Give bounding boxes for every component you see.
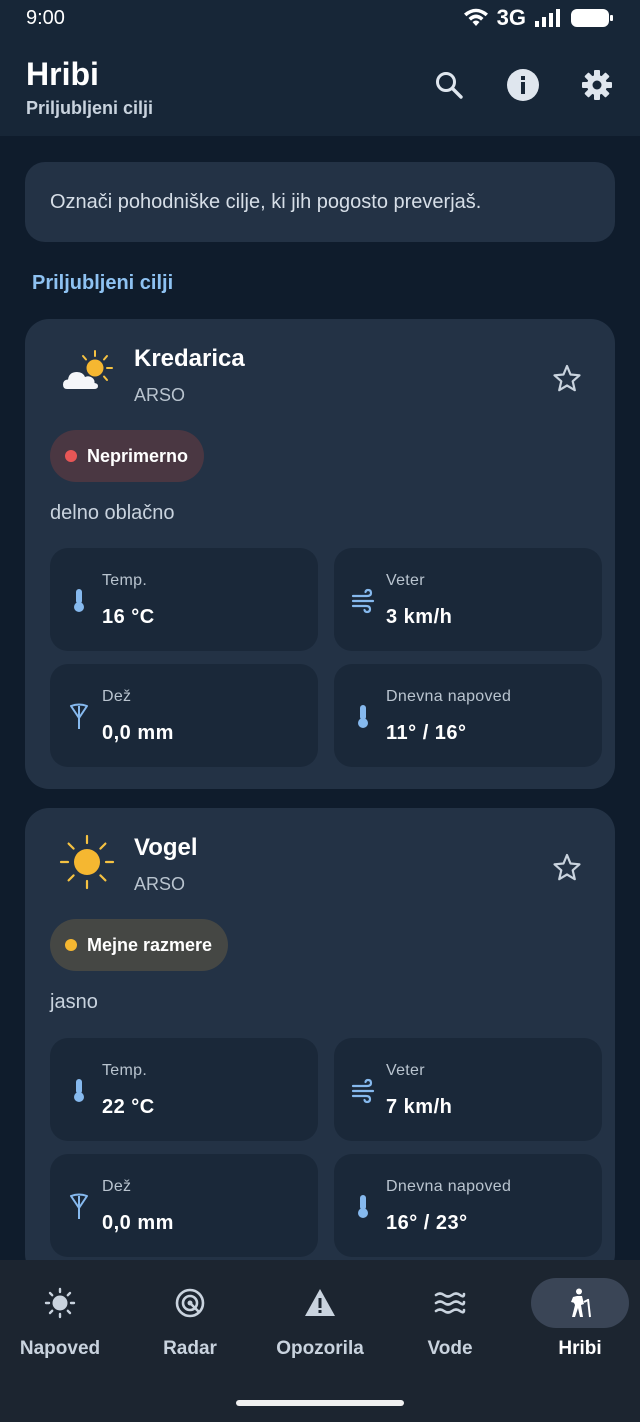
info-button[interactable]	[506, 68, 540, 102]
thermometer-icon	[358, 1195, 368, 1218]
warning-icon	[305, 1289, 335, 1316]
condition-text: delno oblačno	[50, 502, 175, 524]
stat-daily-forecast: Dnevna napoved 16° / 23°	[334, 1154, 602, 1257]
nav-item-vode[interactable]: Vode	[390, 1278, 510, 1378]
card-title: Vogel	[134, 834, 198, 861]
stat-label: Dnevna napoved	[386, 1178, 512, 1195]
app-bar: Hribi Priljubljeni cilji	[0, 36, 640, 136]
partly-cloudy-icon	[63, 350, 113, 389]
sun-outline-icon	[44, 1287, 76, 1319]
home-indicator[interactable]	[236, 1400, 404, 1406]
nav-item-opozorila[interactable]: Opozorila	[260, 1278, 380, 1378]
stat-value: 0,0 mm	[102, 722, 174, 744]
battery-icon	[571, 9, 613, 27]
stat-label: Veter	[386, 572, 425, 589]
bottom-navigation: Napoved Radar Opozorila Vode Hribi	[0, 1260, 640, 1422]
stat-value: 3 km/h	[386, 606, 453, 628]
stat-wind: Veter 3 km/h	[334, 548, 602, 651]
app-actions	[432, 68, 614, 102]
nav-item-radar[interactable]: Radar	[130, 1278, 250, 1378]
stat-value: 16° / 23°	[386, 1212, 468, 1234]
stat-temperature: Temp. 16 °C	[50, 548, 318, 651]
wifi-icon	[463, 8, 488, 26]
nav-label: Opozorila	[276, 1338, 364, 1359]
destination-card-vogel[interactable]: Vogel ARSO Mejne razmere jasno Temp. 22 …	[25, 808, 615, 1260]
content-area[interactable]: Označi pohodniške cilje, ki jih pogosto …	[0, 136, 640, 1260]
hiking-icon	[571, 1288, 591, 1318]
stat-value: 22 °C	[102, 1096, 155, 1118]
sun-icon	[59, 834, 115, 890]
status-dot	[65, 450, 77, 462]
stat-rain: Dež 0,0 mm	[50, 1154, 318, 1257]
search-button[interactable]	[432, 68, 466, 102]
card-title: Kredarica	[134, 345, 245, 372]
status-dot	[65, 939, 77, 951]
status-badge-label: Mejne razmere	[87, 934, 213, 955]
status-badge: Mejne razmere	[50, 919, 229, 971]
status-indicators: 3G	[463, 5, 614, 31]
stat-value: 11° / 16°	[386, 722, 467, 744]
stat-wind: Veter 7 km/h	[334, 1038, 602, 1141]
card-source: ARSO	[134, 385, 186, 405]
stat-label: Dež	[102, 1178, 132, 1195]
page-title: Hribi	[26, 56, 99, 92]
hint-card: Označi pohodniške cilje, ki jih pogosto …	[25, 162, 615, 242]
nav-label: Vode	[427, 1338, 473, 1359]
settings-button[interactable]	[580, 68, 614, 102]
page-subtitle: Priljubljeni cilji	[26, 98, 154, 118]
stat-label: Temp.	[102, 1062, 148, 1079]
stat-label: Dež	[102, 688, 132, 705]
network-type: 3G	[496, 5, 526, 30]
thermometer-icon	[358, 705, 368, 728]
wind-icon	[351, 588, 375, 614]
info-icon	[507, 69, 539, 101]
thermometer-icon	[74, 1079, 84, 1102]
wind-icon	[351, 1078, 375, 1104]
waves-icon	[434, 1292, 466, 1314]
gear-icon	[582, 70, 612, 100]
destination-card-kredarica[interactable]: Kredarica ARSO Neprimerno delno oblačno …	[25, 319, 615, 789]
nav-label: Radar	[163, 1338, 217, 1359]
status-time: 9:00	[26, 6, 65, 29]
card-source: ARSO	[134, 874, 186, 894]
stat-daily-forecast: Dnevna napoved 11° / 16°	[334, 664, 602, 767]
stat-temperature: Temp. 22 °C	[50, 1038, 318, 1141]
stat-label: Veter	[386, 1062, 425, 1079]
star-icon[interactable]	[551, 363, 583, 395]
thermometer-icon	[74, 589, 84, 612]
stat-value: 16 °C	[102, 606, 155, 628]
star-icon[interactable]	[551, 852, 583, 884]
nav-item-napoved[interactable]: Napoved	[0, 1278, 120, 1378]
stat-value: 0,0 mm	[102, 1212, 174, 1234]
stat-label: Dnevna napoved	[386, 688, 512, 705]
section-label: Priljubljeni cilji	[32, 272, 174, 294]
radar-icon	[175, 1288, 205, 1318]
umbrella-icon	[70, 703, 88, 729]
status-badge: Neprimerno	[50, 430, 205, 482]
nav-label: Napoved	[19, 1338, 101, 1359]
umbrella-icon	[70, 1193, 88, 1219]
stat-label: Temp.	[102, 572, 148, 589]
signal-icon	[535, 9, 560, 27]
stat-value: 7 km/h	[386, 1096, 453, 1118]
condition-text: jasno	[50, 991, 98, 1013]
status-badge-label: Neprimerno	[87, 445, 189, 466]
hint-text: Označi pohodniške cilje, ki jih pogosto …	[50, 190, 482, 213]
nav-item-hribi[interactable]: Hribi	[520, 1278, 640, 1378]
stat-rain: Dež 0,0 mm	[50, 664, 318, 767]
nav-label: Hribi	[558, 1338, 602, 1359]
status-bar: 9:00 3G	[0, 0, 640, 36]
search-icon	[436, 72, 463, 99]
